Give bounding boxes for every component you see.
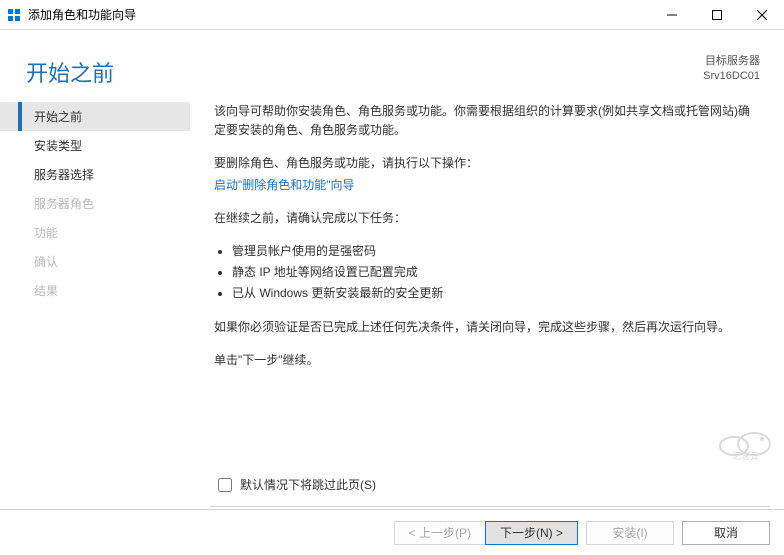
sidebar-item-results: 结果 bbox=[0, 276, 190, 305]
target-label: 目标服务器 bbox=[703, 54, 760, 69]
minimize-button[interactable] bbox=[649, 0, 694, 29]
target-server-info: 目标服务器 Srv16DC01 bbox=[703, 54, 760, 85]
window-title: 添加角色和功能向导 bbox=[28, 6, 649, 23]
sidebar-item-server-roles: 服务器角色 bbox=[0, 189, 190, 218]
skip-page-label: 默认情况下将跳过此页(S) bbox=[240, 476, 376, 493]
divider bbox=[210, 506, 770, 507]
titlebar: 添加角色和功能向导 bbox=[0, 0, 784, 30]
prerequisite-heading: 在继续之前，请确认完成以下任务： bbox=[214, 209, 754, 228]
watermark: 亿速云 bbox=[716, 426, 780, 463]
prev-button: < 上一步(P) bbox=[394, 521, 485, 545]
wizard-steps-sidebar: 开始之前 安装类型 服务器选择 服务器角色 功能 确认 结果 bbox=[0, 98, 190, 488]
list-item: 管理员帐户使用的是强密码 bbox=[232, 242, 754, 261]
sidebar-item-confirmation: 确认 bbox=[0, 247, 190, 276]
prerequisite-list: 管理员帐户使用的是强密码 静态 IP 地址等网络设置已配置完成 已从 Windo… bbox=[214, 242, 754, 304]
close-button[interactable] bbox=[739, 0, 784, 29]
target-server-name: Srv16DC01 bbox=[703, 69, 760, 84]
content-area: 该向导可帮助你安装角色、角色服务或功能。你需要根据组织的计算要求(例如共享文档或… bbox=[190, 98, 784, 488]
sidebar-item-install-type[interactable]: 安装类型 bbox=[0, 131, 190, 160]
remove-roles-link[interactable]: 启动"删除角色和功能"向导 bbox=[214, 178, 355, 192]
maximize-button[interactable] bbox=[694, 0, 739, 29]
next-button[interactable]: 下一步(N) > bbox=[485, 521, 578, 545]
list-item: 已从 Windows 更新安装最新的安全更新 bbox=[232, 284, 754, 303]
intro-paragraph: 该向导可帮助你安装角色、角色服务或功能。你需要根据组织的计算要求(例如共享文档或… bbox=[214, 102, 754, 140]
svg-text:亿速云: 亿速云 bbox=[732, 450, 759, 460]
sidebar-item-features: 功能 bbox=[0, 218, 190, 247]
cancel-button[interactable]: 取消 bbox=[682, 521, 770, 545]
wizard-footer: < 上一步(P) 下一步(N) > 安装(I) 取消 bbox=[0, 509, 784, 555]
sidebar-item-server-selection[interactable]: 服务器选择 bbox=[0, 160, 190, 189]
verify-paragraph: 如果你必须验证是否已完成上述任何先决条件，请关闭向导，完成这些步骤，然后再次运行… bbox=[214, 318, 754, 337]
app-icon bbox=[6, 7, 22, 23]
skip-page-row[interactable]: 默认情况下将跳过此页(S) bbox=[218, 476, 376, 493]
skip-page-checkbox[interactable] bbox=[218, 478, 232, 492]
list-item: 静态 IP 地址等网络设置已配置完成 bbox=[232, 263, 754, 282]
sidebar-item-before-you-begin[interactable]: 开始之前 bbox=[0, 102, 190, 131]
page-title: 开始之前 bbox=[26, 56, 703, 88]
install-button: 安装(I) bbox=[586, 521, 674, 545]
remove-instruction: 要删除角色、角色服务或功能，请执行以下操作： bbox=[214, 154, 754, 173]
wizard-header: 开始之前 目标服务器 Srv16DC01 bbox=[0, 30, 784, 98]
continue-paragraph: 单击"下一步"继续。 bbox=[214, 351, 754, 370]
